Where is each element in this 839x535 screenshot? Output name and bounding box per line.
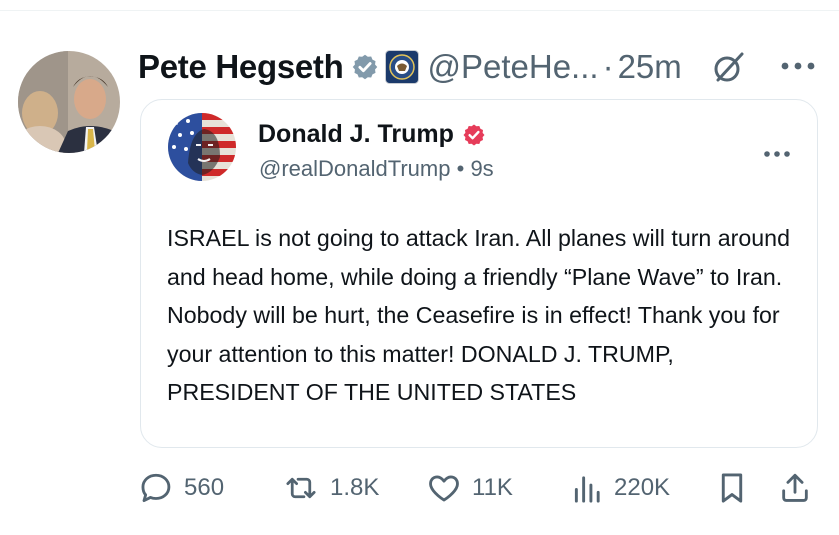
- grok-icon[interactable]: [712, 50, 746, 84]
- views-count: 220K: [614, 474, 671, 501]
- repost-icon: [282, 470, 320, 506]
- quoted-post-card[interactable]: Donald J. Trump @realDonaldTrump • 9s IS…: [140, 99, 818, 448]
- bookmark-icon: [716, 470, 748, 506]
- heart-icon: [426, 470, 462, 506]
- like-button[interactable]: 11K: [426, 466, 513, 510]
- quoted-bullet: •: [456, 156, 465, 181]
- quoted-handle[interactable]: @realDonaldTrump: [259, 156, 450, 181]
- quoted-author-name[interactable]: Donald J. Trump: [258, 120, 454, 149]
- repost-button[interactable]: 1.8K: [282, 466, 379, 510]
- quoted-post-text: ISRAEL is not going to attack Iran. All …: [167, 225, 790, 405]
- top-divider: [0, 10, 839, 11]
- share-button[interactable]: [778, 466, 812, 510]
- repost-count: 1.8K: [330, 474, 380, 501]
- reply-button[interactable]: 560: [138, 466, 224, 510]
- quoted-meta: @realDonaldTrump • 9s: [259, 156, 494, 182]
- post-header: Pete Hegseth @PeteHe... · 25m: [138, 42, 828, 92]
- government-affiliation-icon: [385, 50, 420, 84]
- like-count: 11K: [472, 474, 513, 501]
- quoted-more-icon[interactable]: [763, 145, 791, 163]
- quoted-timestamp: 9s: [470, 156, 494, 181]
- quoted-verified-badge-icon: [462, 123, 486, 147]
- share-icon: [778, 470, 812, 506]
- bookmark-button[interactable]: [716, 466, 748, 510]
- reply-count: 560: [184, 474, 225, 501]
- author-avatar[interactable]: [18, 51, 120, 153]
- quoted-author-avatar[interactable]: [168, 113, 236, 181]
- author-handle[interactable]: @PeteHe...: [427, 48, 598, 86]
- reply-icon: [138, 470, 174, 506]
- views-icon: [572, 470, 604, 506]
- separator-dot: ·: [602, 48, 614, 85]
- verified-badge-icon: [351, 53, 379, 81]
- quoted-header: Donald J. Trump: [258, 120, 486, 149]
- author-name[interactable]: Pete Hegseth: [138, 48, 344, 86]
- views-button[interactable]: 220K: [572, 466, 670, 510]
- more-icon[interactable]: [780, 58, 816, 76]
- post-timestamp[interactable]: 25m: [618, 48, 682, 86]
- action-bar: 560 1.8K 11K 220K: [0, 466, 839, 510]
